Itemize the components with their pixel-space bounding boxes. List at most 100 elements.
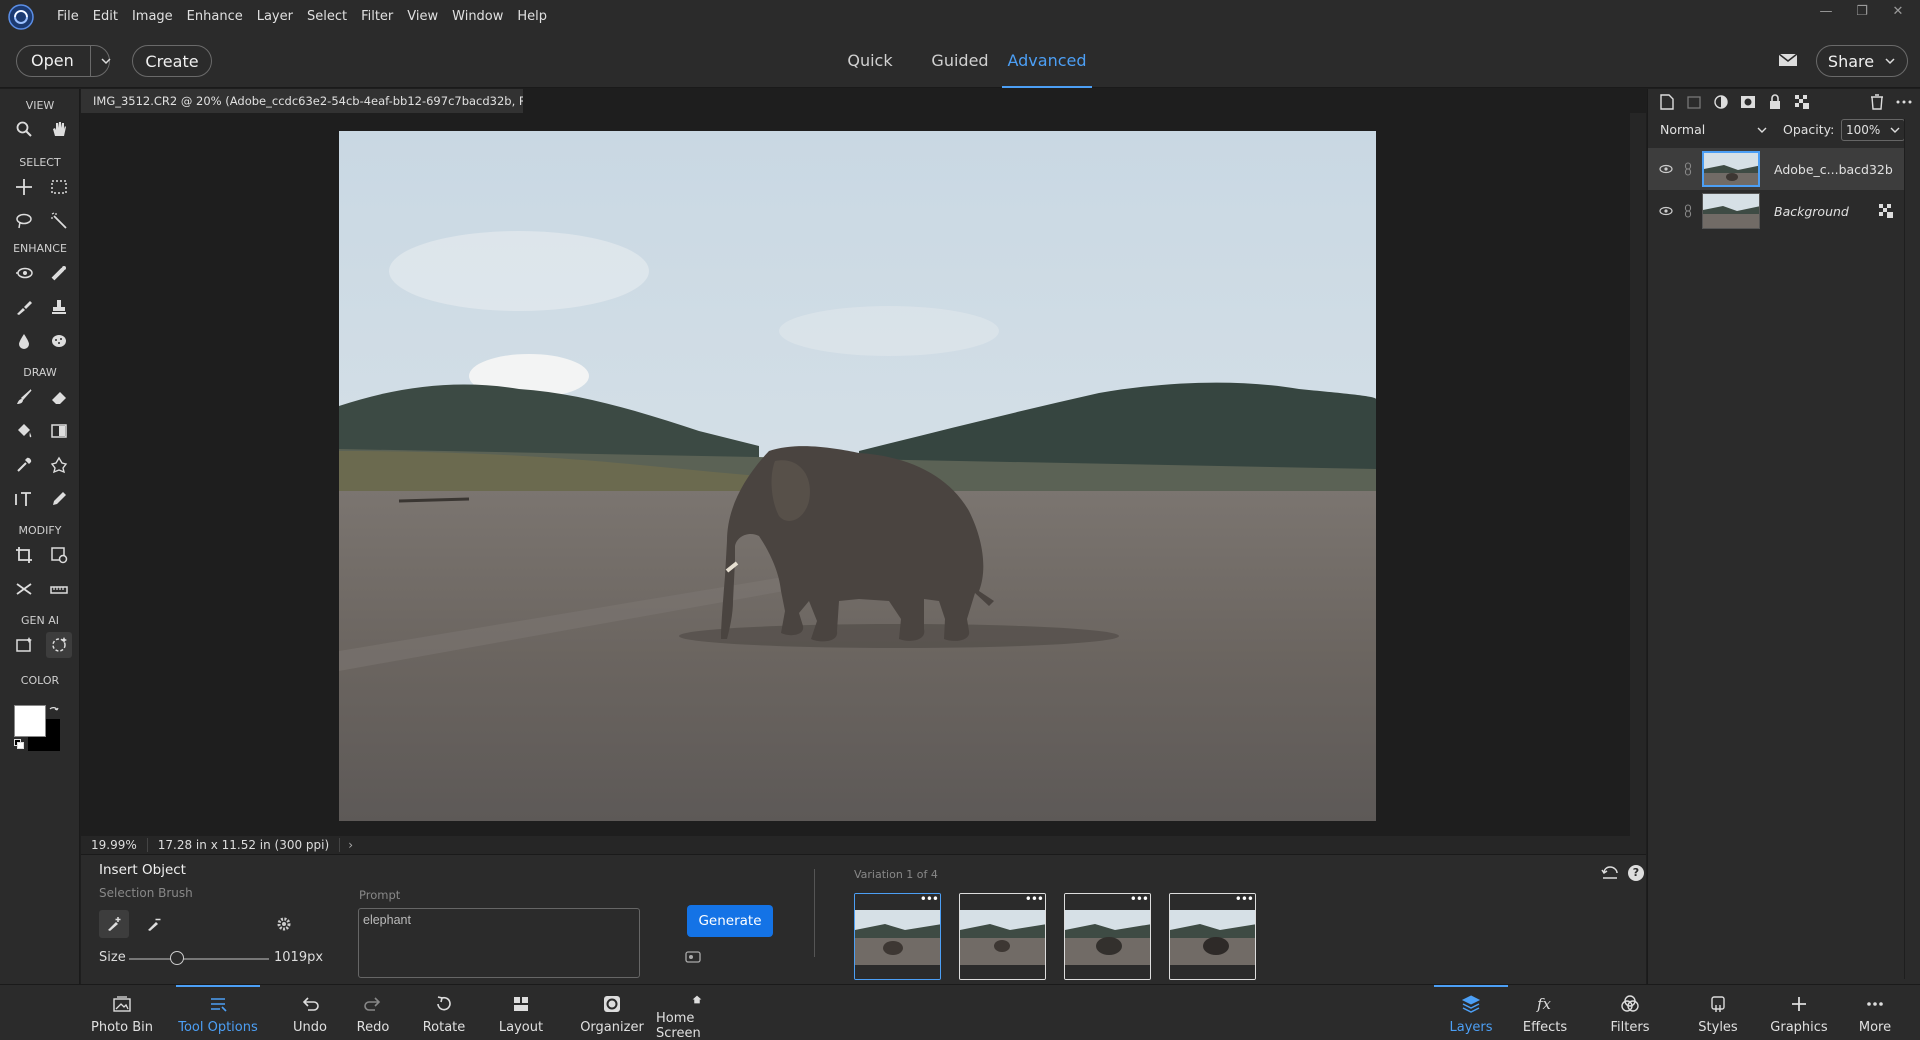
adjustment-layer-icon[interactable] xyxy=(1712,94,1729,111)
subtract-from-selection-brush-icon[interactable] xyxy=(139,910,169,938)
eye-visibility-icon[interactable] xyxy=(1654,206,1678,216)
recompose-tool-icon[interactable] xyxy=(46,542,72,568)
variation-more-icon[interactable]: ••• xyxy=(1025,894,1044,905)
eyedropper-tool-icon[interactable] xyxy=(11,452,37,478)
type-tool-icon[interactable] xyxy=(11,486,37,512)
tab-guided[interactable]: Guided xyxy=(925,34,995,88)
layout-button[interactable]: Layout xyxy=(491,985,551,1040)
graphics-tab-button[interactable]: Graphics xyxy=(1764,985,1834,1040)
straighten-tool-icon[interactable] xyxy=(46,576,72,602)
gradient-tool-icon[interactable] xyxy=(46,418,72,444)
styles-tab-button[interactable]: Styles xyxy=(1688,985,1748,1040)
rotate-button[interactable]: Rotate xyxy=(414,985,474,1040)
filters-tab-button[interactable]: Filters xyxy=(1597,985,1663,1040)
generative-fill-tool-icon[interactable] xyxy=(11,632,37,658)
variation-thumbnail-3[interactable]: ••• xyxy=(1064,893,1151,980)
opacity-input[interactable]: 100% xyxy=(1841,119,1905,141)
menu-image[interactable]: Image xyxy=(125,0,180,34)
effects-tab-button[interactable]: fx Effects xyxy=(1516,985,1574,1040)
layers-scrollbar[interactable] xyxy=(1904,119,1905,979)
redo-button[interactable]: Redo xyxy=(348,985,398,1040)
pencil-tool-icon[interactable] xyxy=(46,486,72,512)
prompt-input[interactable] xyxy=(358,908,640,978)
add-to-selection-brush-icon[interactable] xyxy=(99,910,129,938)
share-button[interactable]: Share xyxy=(1816,45,1908,77)
mail-icon[interactable] xyxy=(1778,52,1798,68)
layer-mask-icon[interactable] xyxy=(1739,94,1756,111)
link-icon[interactable] xyxy=(1678,162,1698,176)
variation-thumbnail-2[interactable]: ••• xyxy=(959,893,1046,980)
app-logo-icon[interactable] xyxy=(6,2,36,32)
magic-wand-tool-icon[interactable] xyxy=(46,208,72,234)
zoom-level[interactable]: 19.99% xyxy=(81,838,148,852)
organizer-button[interactable]: Organizer xyxy=(576,985,648,1040)
generate-button[interactable]: Generate xyxy=(687,905,773,937)
menu-edit[interactable]: Edit xyxy=(86,0,125,34)
menu-layer[interactable]: Layer xyxy=(250,0,300,34)
size-slider-handle[interactable] xyxy=(169,951,184,965)
paint-bucket-tool-icon[interactable] xyxy=(11,418,37,444)
foreground-color-swatch[interactable] xyxy=(14,705,46,737)
home-screen-button[interactable]: Home Screen xyxy=(656,985,738,1040)
lock-icon[interactable] xyxy=(1766,94,1783,111)
variation-thumbnail-1[interactable]: ••• xyxy=(854,893,941,980)
photo-bin-button[interactable]: Photo Bin xyxy=(86,985,158,1040)
lasso-tool-icon[interactable] xyxy=(11,208,37,234)
menu-window[interactable]: Window xyxy=(445,0,510,34)
status-expand-icon[interactable]: › xyxy=(340,838,361,852)
menu-filter[interactable]: Filter xyxy=(354,0,400,34)
size-slider-track[interactable] xyxy=(129,958,269,960)
tab-quick[interactable]: Quick xyxy=(840,34,900,88)
delete-layer-icon[interactable] xyxy=(1868,94,1885,111)
undo-button[interactable]: Undo xyxy=(285,985,335,1040)
hand-tool-icon[interactable] xyxy=(46,116,72,142)
brush-tool-icon[interactable] xyxy=(11,384,37,410)
document-image[interactable] xyxy=(339,131,1376,821)
spot-healing-tool-icon[interactable] xyxy=(46,260,72,286)
clone-stamp-tool-icon[interactable] xyxy=(46,294,72,320)
open-button[interactable]: Open xyxy=(16,45,113,77)
smart-brush-tool-icon[interactable] xyxy=(11,294,37,320)
lock-transparency-icon[interactable] xyxy=(1793,94,1810,111)
sponge-tool-icon[interactable] xyxy=(46,328,72,354)
zoom-tool-icon[interactable] xyxy=(11,116,37,142)
new-group-icon[interactable] xyxy=(1685,94,1702,111)
close-window-icon[interactable]: ✕ xyxy=(1886,4,1910,19)
insert-object-tool-icon[interactable] xyxy=(46,632,72,658)
document-tab[interactable]: IMG_3512.CR2 @ 20% (Adobe_ccdc63e2-54cb-… xyxy=(81,89,523,113)
custom-shape-tool-icon[interactable] xyxy=(46,452,72,478)
variation-more-icon[interactable]: ••• xyxy=(1130,894,1149,905)
new-layer-icon[interactable] xyxy=(1658,94,1675,111)
panel-more-icon[interactable] xyxy=(1895,94,1912,111)
red-eye-tool-icon[interactable] xyxy=(11,260,37,286)
brush-settings-gear-icon[interactable] xyxy=(269,910,299,938)
layer-row-adobe[interactable]: Adobe_c...bacd32b xyxy=(1648,148,1904,190)
default-colors-icon[interactable] xyxy=(14,739,24,749)
help-icon[interactable]: ? xyxy=(1628,865,1644,881)
variation-thumbnail-4[interactable]: ••• xyxy=(1169,893,1256,980)
blend-mode-select[interactable]: Normal xyxy=(1658,119,1770,141)
canvas-scrollbar[interactable] xyxy=(1630,113,1646,836)
more-tab-button[interactable]: More xyxy=(1850,985,1900,1040)
minimize-icon[interactable]: — xyxy=(1814,4,1838,19)
generative-credits-icon[interactable] xyxy=(685,950,701,964)
layer-row-background[interactable]: Background xyxy=(1648,190,1904,232)
reset-tool-icon[interactable] xyxy=(1601,865,1619,881)
create-button[interactable]: Create xyxy=(132,45,212,77)
restore-icon[interactable]: ❐ xyxy=(1850,4,1874,19)
content-aware-move-tool-icon[interactable] xyxy=(11,576,37,602)
menu-select[interactable]: Select xyxy=(300,0,354,34)
crop-tool-icon[interactable] xyxy=(11,542,37,568)
eye-visibility-icon[interactable] xyxy=(1654,164,1678,174)
link-icon[interactable] xyxy=(1678,204,1698,218)
chevron-down-icon[interactable] xyxy=(91,54,113,68)
chevron-down-icon[interactable] xyxy=(1889,121,1901,139)
eraser-tool-icon[interactable] xyxy=(46,384,72,410)
menu-help[interactable]: Help xyxy=(510,0,554,34)
tool-options-button[interactable]: Tool Options xyxy=(176,985,260,1040)
layers-tab-button[interactable]: Layers xyxy=(1434,985,1508,1040)
marquee-tool-icon[interactable] xyxy=(46,174,72,200)
tab-advanced[interactable]: Advanced xyxy=(1002,34,1092,88)
variation-more-icon[interactable]: ••• xyxy=(1235,894,1254,905)
menu-file[interactable]: File xyxy=(50,0,86,34)
